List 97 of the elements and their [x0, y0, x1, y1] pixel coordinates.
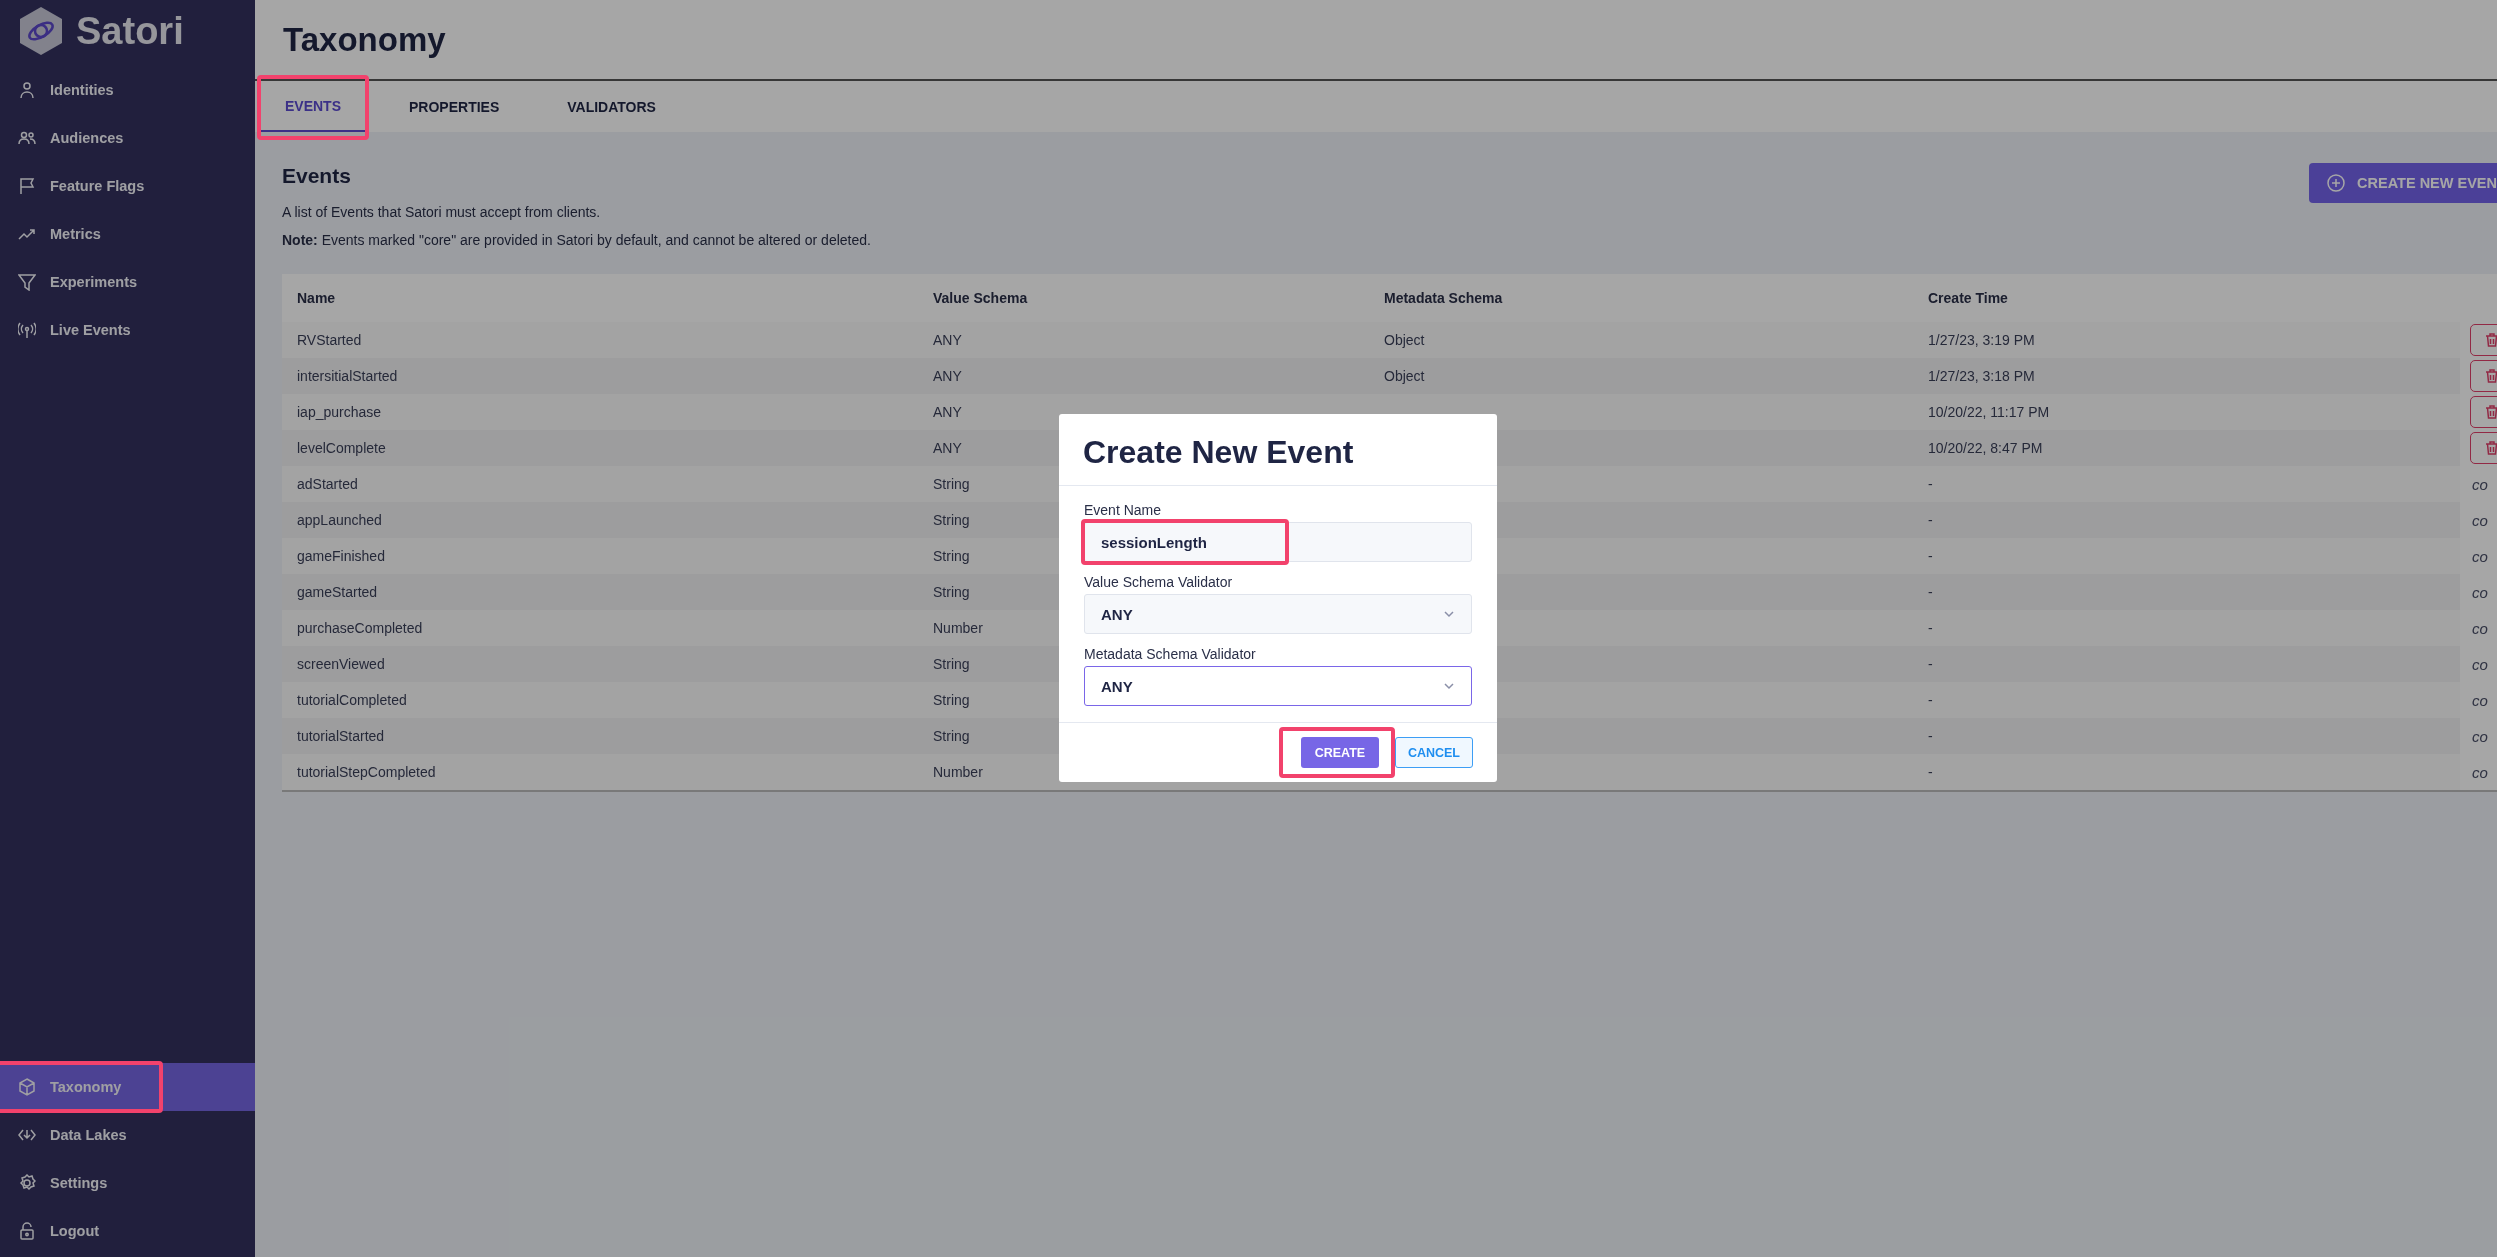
- sidebar-item[interactable]: Data Lakes: [0, 1111, 255, 1159]
- field-label: Event Name: [1084, 502, 1163, 518]
- create-button[interactable]: CREATE: [1300, 737, 1379, 768]
- sidebar-item[interactable]: Metrics: [0, 210, 255, 258]
- hexagon-logo-icon: [18, 6, 64, 56]
- core-label: co: [2471, 727, 2488, 745]
- table-cell: -: [1928, 584, 1933, 600]
- table-cell: RVStarted: [297, 332, 362, 348]
- table-cell: -: [1928, 620, 1933, 636]
- table-cell: 1/27/23, 3:19 PM: [1928, 332, 2035, 348]
- settings-icon: [18, 1174, 36, 1192]
- table-cell: ANY: [933, 368, 962, 384]
- sidebar-item[interactable]: Experiments: [0, 258, 255, 306]
- table-cell: -: [1928, 512, 1933, 528]
- table-cell: ANY: [933, 404, 962, 420]
- core-label: co: [2471, 511, 2488, 529]
- table-cell: tutorialStarted: [297, 728, 385, 744]
- column-header: Metadata Schema: [1383, 289, 1504, 308]
- tab[interactable]: PROPERTIES: [385, 81, 524, 132]
- table-cell: appLaunched: [297, 512, 382, 528]
- signal-icon: [18, 321, 36, 339]
- core-label: co: [2471, 655, 2488, 673]
- table-cell: ANY: [933, 332, 962, 348]
- cancel-button[interactable]: CANCEL: [1394, 737, 1473, 768]
- table-cell: gameFinished: [297, 548, 385, 564]
- sidebar-item[interactable]: Logout: [0, 1207, 255, 1255]
- validator-dropdown[interactable]: ANY: [1084, 594, 1472, 634]
- tab[interactable]: VALIDATORS: [543, 81, 680, 132]
- table-cell: String: [933, 728, 970, 744]
- column-header: Create Time: [1927, 289, 2009, 308]
- table-cell: 1/27/23, 3:18 PM: [1928, 368, 2035, 384]
- cube-icon: [18, 1078, 36, 1096]
- core-label: co: [2471, 547, 2488, 565]
- dialog-title: Create New Event: [1059, 414, 1497, 486]
- core-label: co: [2471, 691, 2488, 709]
- field-label: Metadata Schema Validator: [1084, 646, 1257, 662]
- table-cell: purchaseCompleted: [297, 620, 423, 636]
- table-cell: -: [1928, 692, 1933, 708]
- table-cell: -: [1928, 728, 1933, 744]
- field-label: Value Schema Validator: [1084, 574, 1234, 590]
- create-new-event-button[interactable]: CREATE NEW EVEN: [2309, 163, 2497, 203]
- note-text: Note: Events marked "core" are provided in Satori by default, and cannot be altered or deleted.: [282, 232, 871, 248]
- page-title: Taxonomy: [283, 20, 446, 59]
- table-cell: -: [1928, 656, 1933, 672]
- trash-icon: [2484, 404, 2497, 420]
- column-header: Value Schema: [932, 289, 1029, 308]
- table-cell: String: [933, 512, 970, 528]
- core-label: co: [2471, 583, 2488, 601]
- table-cell: levelComplete: [297, 440, 386, 456]
- table-cell: iap_purchase: [297, 404, 382, 420]
- sidebar-item[interactable]: Feature Flags: [0, 162, 255, 210]
- flag-icon: [18, 177, 36, 195]
- sidebar-item[interactable]: Audiences: [0, 114, 255, 162]
- table-cell: -: [1928, 548, 1933, 564]
- trash-icon: [2484, 440, 2497, 456]
- trash-icon: [2484, 368, 2497, 384]
- table-cell: Number: [933, 764, 983, 780]
- sidebar-item[interactable]: Settings: [0, 1159, 255, 1207]
- lock-icon: [18, 1222, 36, 1240]
- event-name-field[interactable]: sessionLength: [1084, 522, 1472, 562]
- table-cell: Number: [933, 620, 983, 636]
- table-cell: 10/20/22, 11:17 PM: [1928, 404, 2050, 420]
- table-cell: ANY: [933, 440, 962, 456]
- table-cell: tutorialStepCompleted: [297, 764, 436, 780]
- table-cell: String: [933, 584, 970, 600]
- funnel-icon: [18, 273, 36, 291]
- table-cell: String: [933, 692, 970, 708]
- section-heading: Events: [282, 164, 352, 188]
- validator-dropdown[interactable]: ANY: [1084, 666, 1472, 706]
- table-cell: adStarted: [297, 476, 358, 492]
- chevron-down-icon: [1443, 610, 1455, 618]
- core-label: co: [2471, 619, 2488, 637]
- sidebar-item[interactable]: Live Events: [0, 306, 255, 354]
- table-cell: -: [1928, 476, 1933, 492]
- table-cell: String: [933, 476, 970, 492]
- table-cell: String: [933, 656, 970, 672]
- brand-name: Satori: [76, 9, 184, 53]
- sidebar-item[interactable]: Taxonomy: [0, 1063, 255, 1111]
- plus-circle-icon: [2327, 174, 2346, 192]
- table-cell: Object: [1384, 368, 1425, 384]
- table-cell: intersitialStarted: [297, 368, 398, 384]
- table-cell: -: [1928, 764, 1933, 780]
- table-cell: Object: [1384, 332, 1425, 348]
- trash-icon: [2484, 332, 2497, 348]
- table-cell: 10/20/22, 8:47 PM: [1928, 440, 2043, 456]
- table-cell: gameStarted: [297, 584, 378, 600]
- core-label: co: [2471, 763, 2488, 781]
- person-icon: [18, 81, 36, 99]
- table-cell: tutorialCompleted: [297, 692, 407, 708]
- table-cell: screenViewed: [297, 656, 385, 672]
- sidebar-item[interactable]: Identities: [0, 66, 255, 114]
- people-icon: [18, 129, 36, 147]
- description-text: A list of Events that Satori must accept from clients.: [282, 204, 602, 220]
- table-cell: String: [933, 548, 970, 564]
- column-header: Name: [296, 289, 337, 308]
- chevron-down-icon: [1443, 682, 1455, 690]
- core-label: co: [2471, 475, 2488, 493]
